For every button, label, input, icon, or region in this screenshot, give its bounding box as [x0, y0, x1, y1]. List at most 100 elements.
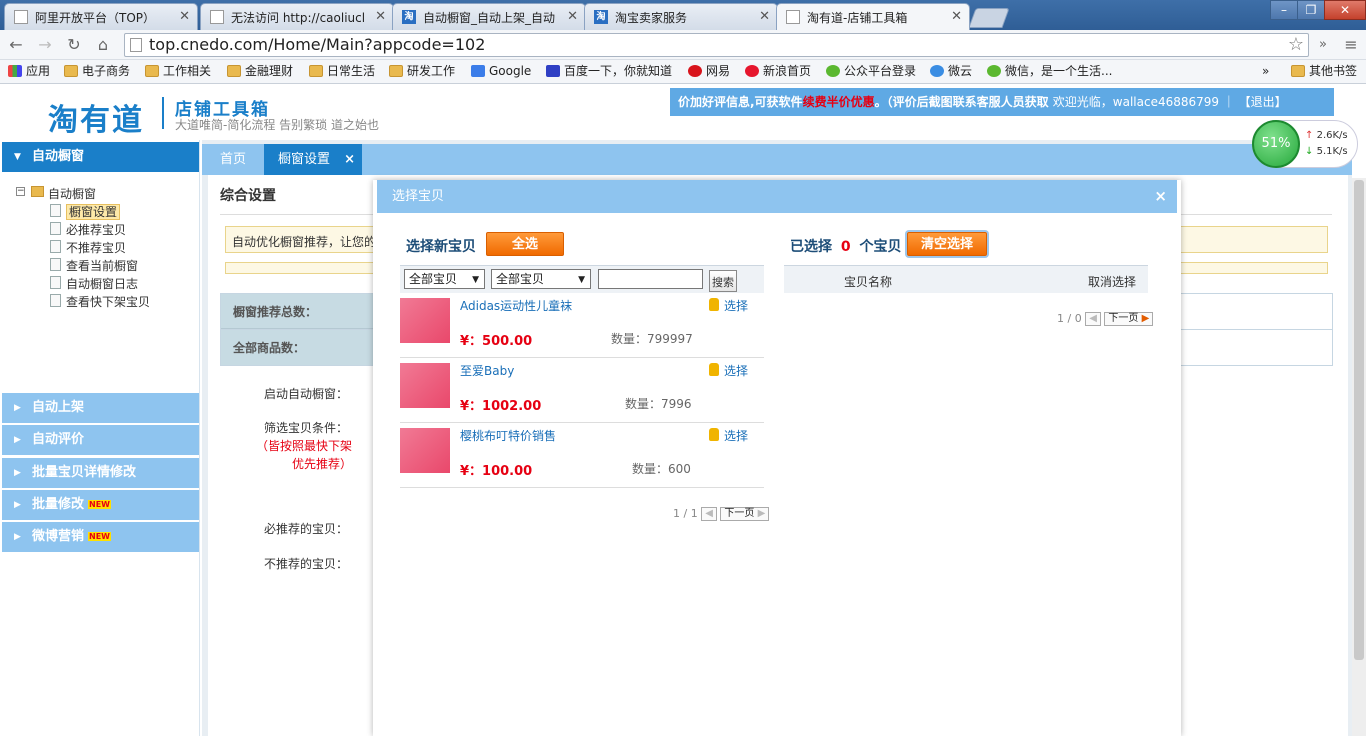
new-badge: NEW: [88, 532, 111, 541]
product-price: ¥：1002.00: [460, 399, 542, 414]
tree-item-current-window[interactable]: 查看当前橱窗: [48, 257, 138, 274]
next-page-button[interactable]: 下一页 ▶: [720, 507, 770, 521]
tree-item-window-log[interactable]: 自动橱窗日志: [48, 275, 138, 292]
folder-icon: [309, 65, 323, 77]
promo-notice: 价加好评信息,可获软件续费半价优惠。（评价后截图联系客服人员获取 欢迎光临，wa…: [670, 88, 1334, 116]
tree-item-expiring[interactable]: 查看快下架宝贝: [48, 293, 150, 310]
bookmark-sina[interactable]: 新浪首页: [745, 63, 811, 80]
page-scrollbar[interactable]: [1352, 178, 1366, 736]
menu-icon[interactable]: ≡: [1340, 34, 1362, 56]
dialog-header: 选择宝贝 ×: [377, 180, 1177, 213]
cloud-icon: [930, 65, 944, 77]
bookmark-mp[interactable]: 公众平台登录: [826, 63, 916, 80]
address-bar[interactable]: top.cnedo.com/Home/Main?appcode=102 ☆: [124, 33, 1309, 57]
filter-hint: 优先推荐）: [291, 457, 352, 471]
choose-button[interactable]: 选择: [709, 427, 748, 444]
sidebar-section-weibo[interactable]: ▶ 微博营销 NEW: [2, 522, 199, 552]
arrow-down-icon: ↓: [1305, 146, 1314, 157]
tab-home[interactable]: 首页: [206, 144, 260, 175]
select-all-button[interactable]: 全选: [486, 232, 564, 256]
bookmark-wechat[interactable]: 微信，是一个生活...: [987, 63, 1112, 80]
filter-hint: （皆按照最快下架: [255, 439, 352, 453]
document-icon: [50, 258, 61, 271]
prev-page-icon[interactable]: ◀: [701, 507, 717, 521]
close-tab-icon[interactable]: ✕: [951, 9, 962, 24]
wechat-icon: [826, 65, 840, 77]
tree-item-not-recommend[interactable]: 不推荐宝贝: [48, 239, 126, 256]
tab-window-settings[interactable]: 橱窗设置 ×: [264, 144, 362, 175]
hand-icon: [709, 363, 719, 376]
column-cancel: 取消选择: [1088, 275, 1137, 289]
bookmark-apps[interactable]: 应用: [8, 63, 50, 80]
welcome-text[interactable]: 欢迎光临，wallace46886799 ｜ 【退出】: [1053, 95, 1287, 109]
caret-right-icon: ▶: [14, 468, 21, 478]
sidebar-section-batch-detail[interactable]: ▶ 批量宝贝详情修改: [2, 458, 199, 488]
item-filter-select-2[interactable]: 全部宝贝 ▼: [491, 269, 591, 289]
hand-icon: [709, 298, 719, 311]
sidebar-section-auto-window[interactable]: ▼ 自动橱窗: [2, 142, 199, 172]
sidebar: ▼ 自动橱窗 − 自动橱窗 橱窗设置 必推荐宝贝 不推荐宝贝 查看当前橱窗 自动橱…: [0, 140, 200, 736]
document-icon: [50, 204, 61, 217]
product-name[interactable]: 樱桃布叮特价销售: [460, 427, 556, 444]
home-icon[interactable]: ⌂: [92, 34, 114, 56]
product-name[interactable]: Adidas运动性儿童袜: [460, 297, 572, 314]
bookmarks-overflow[interactable]: »: [1262, 63, 1269, 80]
restore-icon[interactable]: ❐: [1297, 0, 1325, 20]
close-icon[interactable]: ×: [1154, 180, 1167, 213]
close-window-icon[interactable]: ✕: [1324, 0, 1366, 20]
minimize-icon[interactable]: –: [1270, 0, 1298, 20]
bookmark-other[interactable]: 其他书签: [1291, 63, 1357, 80]
browser-tab-1[interactable]: 阿里开放平台（TOP） ✕: [4, 3, 198, 30]
close-tab-icon[interactable]: ✕: [375, 9, 386, 24]
bookmark-folder[interactable]: 工作相关: [145, 63, 211, 80]
extensions-overflow-icon[interactable]: »: [1312, 34, 1334, 56]
new-tab-button[interactable]: [968, 8, 1010, 28]
page-indicator: 1 / 0: [1057, 312, 1082, 325]
search-button[interactable]: 搜索: [709, 270, 737, 292]
choose-button[interactable]: 选择: [709, 297, 748, 314]
reload-icon[interactable]: ↻: [63, 34, 85, 56]
prev-page-icon[interactable]: ◀: [1085, 312, 1101, 326]
product-quantity: 数量：799997: [611, 332, 693, 346]
sidebar-section-auto-review[interactable]: ▶ 自动评价: [2, 425, 199, 455]
star-icon[interactable]: ☆: [1288, 34, 1304, 56]
scrollbar-thumb[interactable]: [1354, 180, 1364, 660]
browser-tab-2[interactable]: 无法访问 http://caoliucl ✕: [200, 3, 394, 30]
bookmark-163[interactable]: 网易: [688, 63, 730, 80]
close-tab-icon[interactable]: ✕: [567, 9, 578, 24]
clear-selection-button[interactable]: 清空选择: [907, 232, 987, 256]
tree-item-must-recommend[interactable]: 必推荐宝贝: [48, 221, 126, 238]
bookmark-folder[interactable]: 日常生活: [309, 63, 375, 80]
bookmark-baidu[interactable]: 百度一下，你就知道: [546, 63, 672, 80]
folder-icon: [31, 186, 44, 197]
bookmark-folder[interactable]: 电子商务: [64, 63, 130, 80]
weibo-icon: [745, 65, 759, 77]
folder-icon: [1291, 65, 1305, 77]
next-page-button[interactable]: 下一页 ▶: [1104, 312, 1154, 326]
close-tab-icon[interactable]: ✕: [759, 9, 770, 24]
page-icon: [14, 10, 28, 24]
browser-tab-3[interactable]: 淘 自动橱窗_自动上架_自动 ✕: [392, 3, 586, 30]
browser-tab-5[interactable]: 淘有道-店铺工具箱 ✕: [776, 3, 970, 30]
tree-root[interactable]: − 自动橱窗: [14, 185, 96, 202]
document-icon: [50, 294, 61, 307]
bookmark-folder[interactable]: 金融理财: [227, 63, 293, 80]
sidebar-section-auto-listing[interactable]: ▶ 自动上架: [2, 393, 199, 423]
collapse-icon[interactable]: −: [16, 187, 25, 196]
item-filter-select-1[interactable]: 全部宝贝 ▼: [404, 269, 485, 289]
product-name[interactable]: 至爱Baby: [460, 362, 514, 379]
bookmark-google[interactable]: Google: [471, 63, 531, 80]
close-tab-icon[interactable]: ✕: [179, 9, 190, 24]
search-input[interactable]: [598, 269, 703, 289]
tree-item-window-settings[interactable]: 橱窗设置: [48, 203, 121, 220]
speed-ball: 51%: [1252, 120, 1300, 168]
sidebar-section-batch-edit[interactable]: ▶ 批量修改 NEW: [2, 490, 199, 520]
forward-icon[interactable]: →: [34, 34, 56, 56]
bookmark-weiyun[interactable]: 微云: [930, 63, 972, 80]
bookmark-folder[interactable]: 研发工作: [389, 63, 455, 80]
network-speed-widget[interactable]: 51% ↑ 2.6K/s ↓ 5.1K/s: [1252, 120, 1358, 168]
browser-tab-4[interactable]: 淘 淘宝卖家服务 ✕: [584, 3, 778, 30]
close-tab-icon[interactable]: ×: [344, 144, 355, 175]
back-icon[interactable]: ←: [5, 34, 27, 56]
choose-button[interactable]: 选择: [709, 362, 748, 379]
